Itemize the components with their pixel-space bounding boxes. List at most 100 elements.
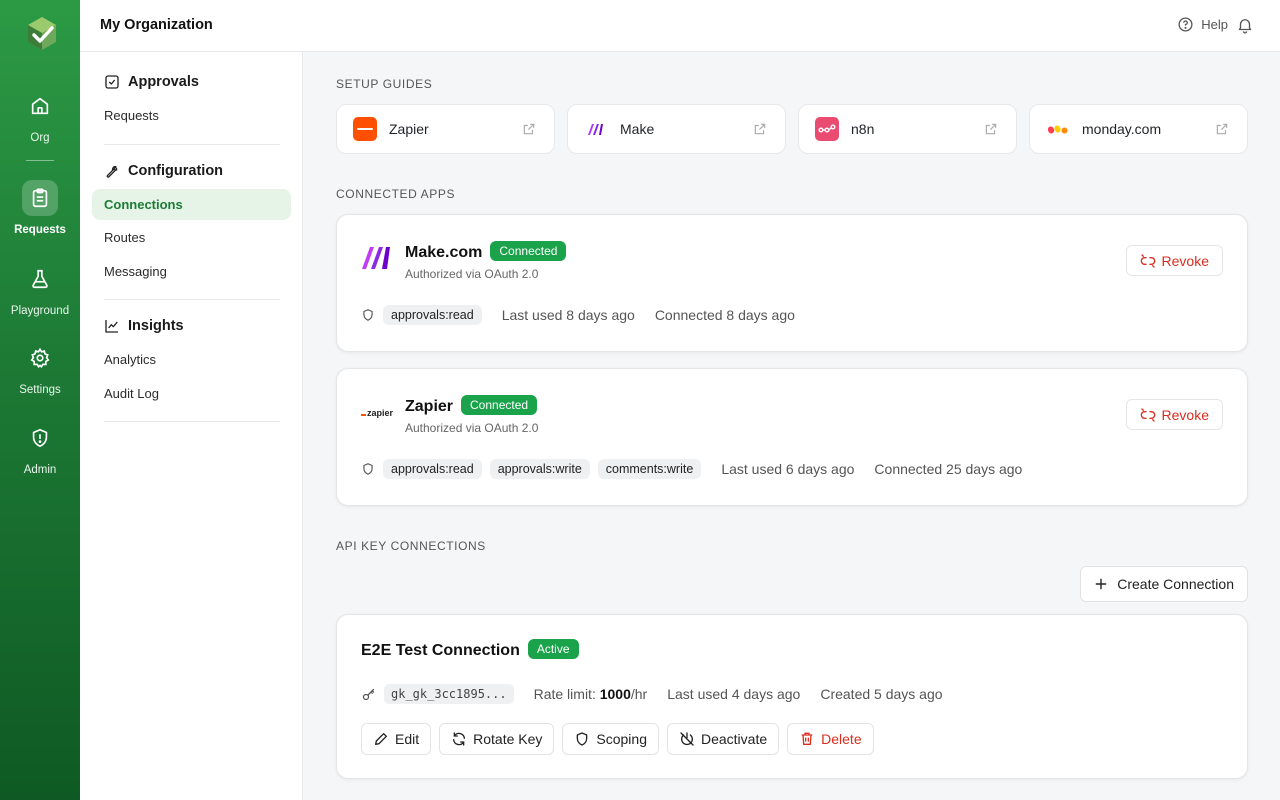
revoke-button[interactable]: Revoke [1125,399,1223,430]
connection-name: E2E Test Connection [361,642,520,659]
scope-chip: approvals:read [383,459,482,479]
guide-name: monday.com [1082,121,1162,137]
last-used: Last used 6 days ago [721,461,855,477]
last-used: Last used 4 days ago [667,686,801,702]
guide-card-n8n[interactable]: n8n [798,104,1017,154]
revoke-button[interactable]: Revoke [1125,245,1223,276]
guide-card-zapier[interactable]: Zapier [336,104,555,154]
unlink-icon [1140,407,1155,422]
rotate-key-label: Rotate Key [473,731,543,747]
key-icon [362,688,375,700]
divider [104,421,280,422]
help-icon [1178,17,1193,32]
edit-label: Edit [395,731,420,747]
notifications-button[interactable] [1236,16,1254,39]
status-badge: Active [527,639,579,659]
sidebar-item-requests[interactable]: Requests [104,108,159,123]
revoke-label: Revoke [1161,252,1209,269]
rail-label: Org [30,132,50,144]
unlink-icon [1140,253,1155,268]
sidebar-item-routes[interactable]: Routes [104,230,145,245]
guide-name: n8n [851,121,875,137]
guide-card-monday[interactable]: monday.com [1029,104,1248,154]
app-name: Make.com [405,244,483,261]
api-key-connection-card: E2E Test Connection Active gk_gk_3cc1895.… [336,614,1248,779]
refresh-icon [453,732,466,746]
external-link-icon [985,123,997,135]
scope-chip: approvals:read [383,305,482,325]
guide-name: Make [620,121,655,137]
section-approvals: Approvals [104,74,199,90]
flask-icon [22,261,58,297]
section-insights: Insights [104,318,184,334]
shield-icon [363,463,373,475]
help-button[interactable]: Help [1177,16,1228,33]
revoke-label: Revoke [1161,406,1209,423]
deactivate-button[interactable]: Deactivate [666,723,780,755]
top-bar: My Organization Help [80,0,1280,52]
power-off-icon [680,732,694,746]
chart-line-icon [105,320,118,333]
section-title: Configuration [128,163,224,179]
external-link-icon [1216,123,1228,135]
rate-limit-label: Rate limit: [533,686,596,702]
rail-divider [26,160,54,161]
section-title: Approvals [128,74,199,90]
org-name[interactable]: My Organization [100,17,213,33]
bell-icon [1238,19,1252,34]
sidebar-item-messaging[interactable]: Messaging [104,264,167,279]
created-date: Created 5 days ago [820,686,943,702]
app-rail: Org Requests Playground Settings Admin [0,0,80,800]
connected-since: Connected 25 days ago [874,461,1023,477]
monday-logo-icon [1046,117,1070,141]
status-badge: Connected [461,395,538,415]
create-connection-button[interactable]: Create Connection [1080,566,1248,602]
setup-guides-heading: SETUP GUIDES [336,77,433,91]
rail-item-settings[interactable]: Settings [0,340,80,396]
connected-apps-heading: CONNECTED APPS [336,187,456,201]
api-key-connections-heading: API KEY CONNECTIONS [336,539,486,553]
sidebar-item-connections[interactable]: Connections [92,189,291,220]
divider [104,299,280,300]
delete-button[interactable]: Delete [787,723,874,755]
rail-item-org[interactable]: Org [0,88,80,144]
connection-actions: Edit Rotate Key Scoping Deactivate Delet… [361,723,874,755]
sidebar-item-analytics[interactable]: Analytics [104,352,156,367]
shield-icon [577,732,588,746]
create-connection-label: Create Connection [1117,576,1234,592]
trash-icon [801,732,813,745]
external-link-icon [754,123,766,135]
section-title: Insights [128,318,184,334]
help-label: Help [1201,17,1228,32]
scope-chip: comments:write [597,459,702,479]
clipboard-icon [22,180,58,216]
rail-item-requests[interactable]: Requests [0,180,80,236]
gear-icon [22,340,58,376]
section-configuration: Configuration [104,163,223,179]
auth-method: Authorized via OAuth 2.0 [405,421,539,435]
check-square-icon [105,75,119,89]
auth-method: Authorized via OAuth 2.0 [405,267,539,281]
sidebar-item-audit-log[interactable]: Audit Log [104,386,159,401]
app-logo[interactable] [22,14,60,52]
zapier-wordmark-icon: zapier [361,406,395,424]
rail-label: Requests [14,224,66,236]
scope-chip: approvals:write [489,459,590,479]
home-icon [22,88,58,124]
pencil-icon [375,733,387,745]
plus-icon [1095,578,1107,590]
guide-card-make[interactable]: Make [567,104,786,154]
connected-app-card-make: Make.com Connected Authorized via OAuth 2… [336,214,1248,352]
svg-text:zapier: zapier [367,408,394,418]
rate-limit: Rate limit: 1000/hr [534,686,648,702]
rail-item-playground[interactable]: Playground [0,261,80,317]
scoping-button[interactable]: Scoping [562,723,659,755]
deactivate-label: Deactivate [700,731,768,747]
make-logo-icon [361,245,395,276]
app-name: Zapier [405,398,454,415]
rate-limit-unit: /hr [630,686,648,702]
api-key-value[interactable]: gk_gk_3cc1895... [384,684,514,704]
rotate-key-button[interactable]: Rotate Key [439,723,555,755]
rail-item-admin[interactable]: Admin [0,420,80,476]
edit-button[interactable]: Edit [361,723,432,755]
